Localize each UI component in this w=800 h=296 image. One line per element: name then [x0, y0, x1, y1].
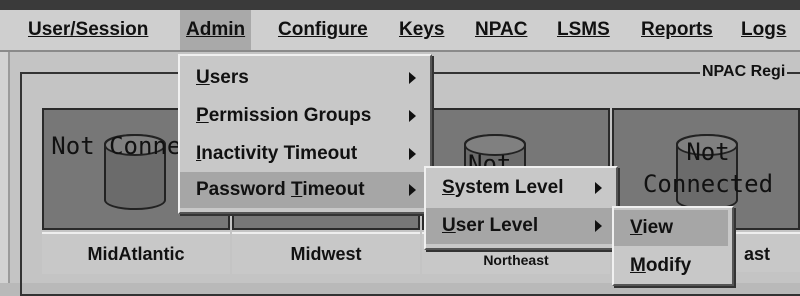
submenu-arrow-icon: [595, 220, 602, 232]
submenu-arrow-icon: [409, 72, 416, 84]
menu-bar: User/Session Admin Configure Keys NPAC L…: [0, 10, 800, 52]
submenu-arrow-icon: [409, 148, 416, 160]
menu-item-view[interactable]: View: [614, 210, 728, 246]
menu-lsms[interactable]: LSMS: [557, 10, 610, 50]
left-edge: [0, 52, 8, 283]
password-timeout-menu: System Level User Level: [424, 166, 618, 250]
submenu-arrow-icon: [595, 182, 602, 194]
user-level-menu: View Modify: [612, 206, 734, 286]
window-top-strip: [0, 0, 800, 10]
menu-item-system-level[interactable]: System Level: [426, 170, 612, 206]
region-label-midatlantic: MidAtlantic: [42, 232, 230, 274]
menu-logs[interactable]: Logs: [741, 10, 786, 50]
region-label-midwest: Midwest: [232, 232, 420, 274]
group-title: NPAC Regi: [700, 60, 788, 84]
menu-item-permission-groups[interactable]: Permission Groups: [180, 98, 426, 134]
menu-npac[interactable]: NPAC: [475, 10, 527, 50]
menu-item-user-level[interactable]: User Level: [426, 208, 612, 244]
menu-reports[interactable]: Reports: [641, 10, 713, 50]
menu-configure[interactable]: Configure: [278, 10, 368, 50]
menu-user-session[interactable]: User/Session: [28, 10, 148, 50]
submenu-arrow-icon: [409, 184, 416, 196]
menu-item-inactivity-timeout[interactable]: Inactivity Timeout: [180, 136, 426, 172]
menu-admin[interactable]: Admin: [180, 10, 252, 50]
menu-keys[interactable]: Keys: [399, 10, 444, 50]
submenu-arrow-icon: [409, 110, 416, 122]
admin-menu: Users Permission Groups Inactivity Timeo…: [178, 54, 432, 214]
menu-item-modify[interactable]: Modify: [614, 248, 728, 284]
menu-item-password-timeout[interactable]: Password Timeout: [180, 172, 426, 208]
menu-item-users[interactable]: Users: [180, 60, 426, 96]
status-text: Not Connected: [642, 138, 774, 198]
